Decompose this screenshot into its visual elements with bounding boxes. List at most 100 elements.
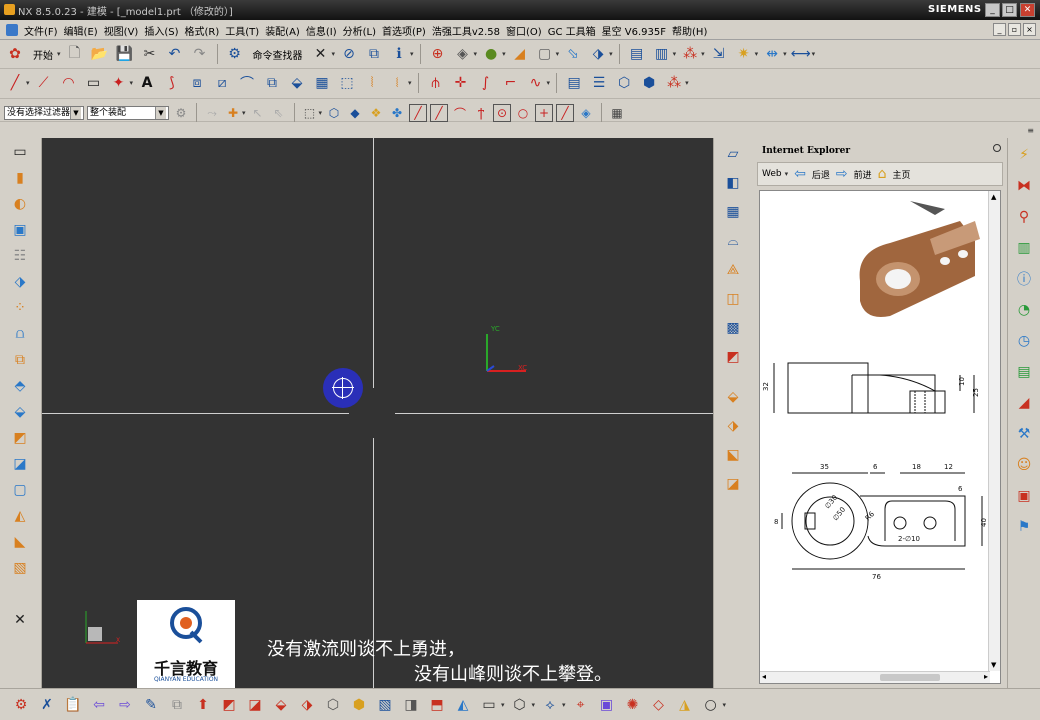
dimension-icon[interactable]: ⇹ [761,43,783,65]
snap-arc-center-icon[interactable]: ⊙ [493,104,512,122]
highlight-icon[interactable]: ◮ [674,694,696,716]
menu-analysis[interactable]: 分析(L) [343,23,382,38]
arc-icon[interactable]: ◠ [58,72,80,94]
trim-body-icon[interactable]: ◣ [9,531,31,553]
web-menu-button[interactable]: Web [762,169,782,179]
sew-icon[interactable]: ⬗ [722,415,744,437]
rectangle-tool-icon[interactable]: ▭ [478,694,500,716]
sketch-icon[interactable]: ▭ [9,141,31,163]
palette-icon[interactable]: ◢ [1013,392,1035,414]
assembly-constraint-icon[interactable]: ⁂ [663,72,685,94]
mdi-close-button[interactable]: × [1023,23,1036,36]
selection-filter-icon[interactable]: ⚙ [172,104,190,122]
clock-icon[interactable]: ◷ [1013,330,1035,352]
studio-surface-icon[interactable]: ▩ [722,317,744,339]
snap-point-icon[interactable]: ⤳ [203,104,221,122]
curve-length-icon[interactable]: ∫ [475,72,497,94]
open-folder-icon[interactable]: 📂 [89,43,111,65]
offset-region-icon[interactable]: ◩ [218,694,240,716]
menu-edit[interactable]: 编辑(E) [64,23,104,38]
intersect-icon[interactable]: ⬙ [9,401,31,423]
layer-icon[interactable]: ⧉ [363,43,385,65]
through-curves-icon[interactable]: ▱ [722,143,744,165]
snap-on-surface-icon[interactable]: ◈ [577,104,595,122]
arrow-left-icon[interactable]: ⇦ [88,694,110,716]
snap-quadrant-icon[interactable]: ○ [514,104,532,122]
grid-icon[interactable]: ▦ [608,104,626,122]
sweep-icon[interactable]: ⌓ [722,230,744,252]
command-finder-icon[interactable]: ⚙ [224,43,246,65]
clipboard-icon[interactable]: 📋 [62,694,84,716]
select-face-icon[interactable]: ◆ [346,104,364,122]
synchronous-modeling-icon[interactable]: ⚙ [10,694,32,716]
reuse-library-icon[interactable]: ▥ [1013,237,1035,259]
stack-icon[interactable]: ☰ [588,72,610,94]
move-face-icon[interactable]: ⬙ [270,694,292,716]
close-toolbar-icon[interactable]: ✕ [9,609,31,631]
revolve-icon[interactable]: ◐ [9,193,31,215]
edge-blend-icon[interactable]: ◩ [9,427,31,449]
graphics-window[interactable]: YC XC X 千言教育 QIANYAN EDUCATION 没有激流则谈不上勇… [42,138,713,688]
toolbar-options-icon[interactable]: ≡ [1027,126,1034,135]
measure-icon[interactable]: ⟷ [790,43,812,65]
polygon-icon[interactable]: ⬡ [509,694,531,716]
back-button[interactable]: 后退 [812,168,830,181]
menu-view[interactable]: 视图(V) [104,23,145,38]
hd3d-tools-icon[interactable]: ⚑ [1013,516,1035,538]
menu-window[interactable]: 窗口(O) [506,23,548,38]
intersect-curve-icon[interactable]: ⧄ [211,72,233,94]
mirror-face-icon[interactable]: ▧ [374,694,396,716]
surface-icon[interactable]: ⬢ [638,72,660,94]
wcs-icon[interactable]: ⬂ [562,43,584,65]
menu-information[interactable]: 信息(I) [306,23,343,38]
extrude-icon[interactable]: ▮ [9,167,31,189]
snap-line-icon[interactable]: ╱ [409,104,428,122]
project-curve-icon[interactable]: ⧈ [186,72,208,94]
home-icon[interactable]: ⌂ [878,166,887,182]
deselect-icon[interactable]: ⇖ [270,104,288,122]
menu-assembly[interactable]: 装配(A) [265,23,306,38]
pattern-face-icon[interactable]: ⬢ [348,694,370,716]
snap-control-point-icon[interactable]: ╱ [430,104,449,122]
move-component-icon[interactable]: ⇲ [708,43,730,65]
join-curve-icon[interactable]: ⧉ [261,72,283,94]
scroll-left-icon[interactable]: ◂ [762,672,766,681]
arrow-right-icon[interactable]: ⇨ [114,694,136,716]
circle-tool-icon[interactable]: ○ [700,694,722,716]
snap-endpoint-icon[interactable]: ❖ [367,104,385,122]
mdi-minimize-button[interactable]: _ [993,23,1006,36]
subtract-icon[interactable]: ⬘ [9,375,31,397]
sheet-icon[interactable]: ▤ [563,72,585,94]
start-button[interactable]: 开始 [29,47,57,62]
background-icon[interactable]: ▢ [534,43,556,65]
crosshair-tool-icon[interactable]: ⌖ [570,694,592,716]
text-icon[interactable]: A [136,72,158,94]
mdi-restore-button[interactable]: ▫ [1008,23,1021,36]
parts-list-icon[interactable]: ▥ [651,43,673,65]
unite-icon[interactable]: ⧉ [9,349,31,371]
part-navigator-icon[interactable]: ⚡ [1013,144,1035,166]
type-filter-select[interactable]: 没有选择过滤器 ▼ [4,106,84,120]
pattern-icon[interactable]: ⁘ [9,297,31,319]
menu-xingkong[interactable]: 星空 V6.935F [602,23,672,38]
resize-blend-icon[interactable]: ◪ [244,694,266,716]
paint-icon[interactable]: ◢ [509,43,531,65]
select-arrow-icon[interactable]: ↖ [249,104,267,122]
ie-content-area[interactable]: 32 10 25 35 6 18 12 6 8 40 76 R6 2-∅10 ∅… [759,190,1001,684]
divide-curve-icon[interactable]: ✛ [450,72,472,94]
constraint-navigator-icon[interactable]: ⚲ [1013,206,1035,228]
cut-icon[interactable]: ✂ [139,43,161,65]
pin-icon[interactable] [993,144,1001,152]
rectangle-select-icon[interactable]: ⬚ [301,104,319,122]
menu-help[interactable]: 帮助(H) [672,23,713,38]
snap-intersection-icon[interactable]: ϯ [472,104,490,122]
ruled-surface-icon[interactable]: ◧ [722,172,744,194]
assembly-navigator-icon[interactable]: ⧓ [1013,175,1035,197]
scroll-right-icon[interactable]: ▸ [984,672,988,681]
hole-icon[interactable]: ⬗ [9,271,31,293]
mirror-curve-icon[interactable]: ⧙ [386,72,408,94]
horizontal-scrollbar[interactable]: ◂ ▸ [760,671,990,683]
info-icon[interactable]: ℹ [388,43,410,65]
roles-icon[interactable]: ☺ [1013,454,1035,476]
rectangle-icon[interactable]: ▭ [83,72,105,94]
